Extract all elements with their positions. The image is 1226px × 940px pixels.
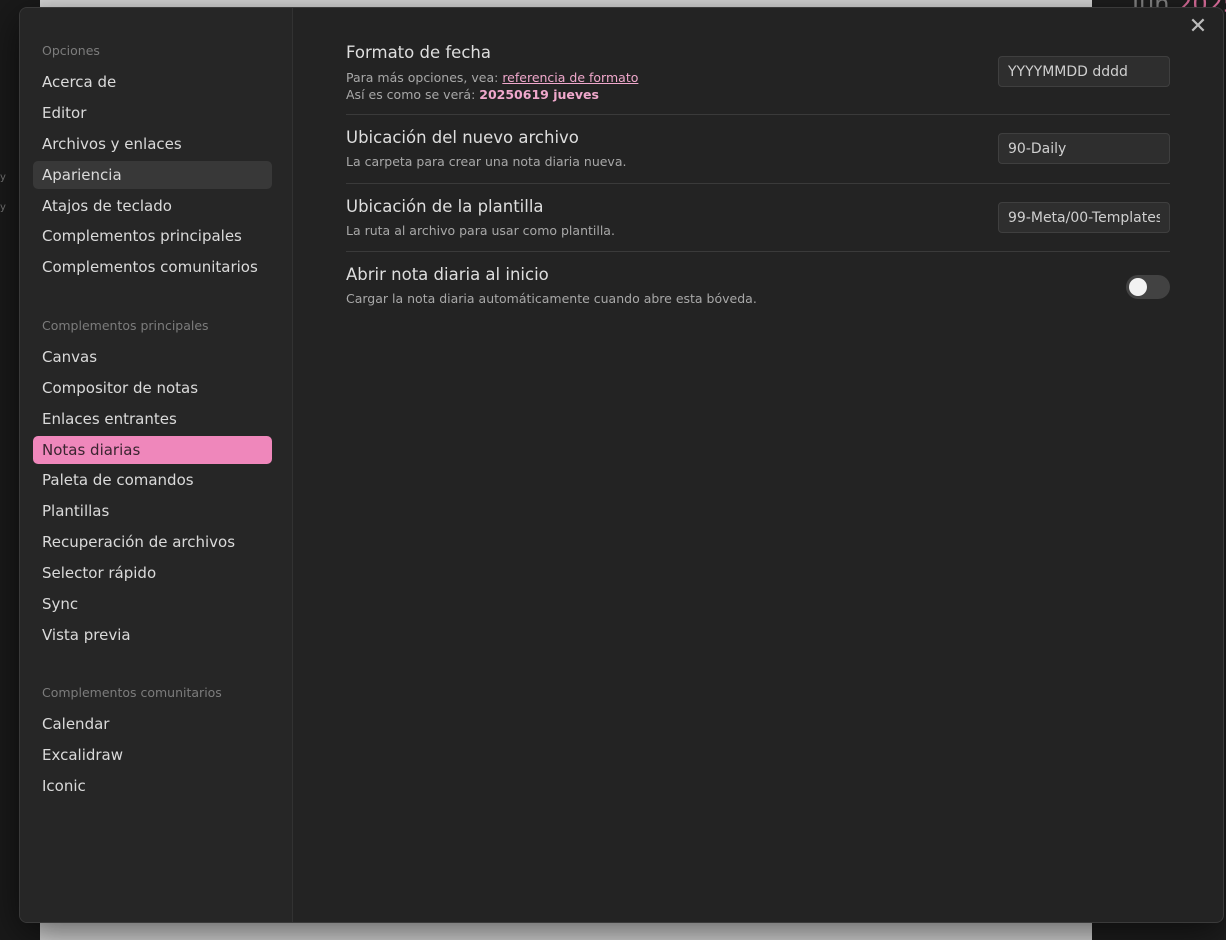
sidebar-item-about[interactable]: Acerca de xyxy=(33,68,272,96)
sidebar-item-daily-notes[interactable]: Notas diarias xyxy=(33,436,272,464)
format-reference-link[interactable]: referencia de formato xyxy=(502,70,638,85)
sidebar-item-files-links[interactable]: Archivos y enlaces xyxy=(33,130,272,158)
open-on-startup-toggle[interactable] xyxy=(1126,275,1170,299)
sidebar-item-appearance[interactable]: Apariencia xyxy=(33,161,272,189)
sidebar-item-templates[interactable]: Plantillas xyxy=(33,497,272,525)
close-icon[interactable]: ✕ xyxy=(1187,16,1209,38)
sidebar-item-backlinks[interactable]: Enlaces entrantes xyxy=(33,405,272,433)
sidebar-item-command-palette[interactable]: Paleta de comandos xyxy=(33,466,272,494)
setting-name: Ubicación de la plantilla xyxy=(346,197,544,216)
divider xyxy=(346,251,1170,252)
sidebar-item-community-plugins[interactable]: Complementos comunitarios xyxy=(33,253,272,281)
settings-modal: Opciones Acerca de Editor Archivos y enl… xyxy=(19,7,1224,923)
setting-description: La ruta al archivo para usar como planti… xyxy=(346,223,615,238)
setting-preview: Así es como se verá: 20250619 jueves xyxy=(346,87,599,102)
sidebar-item-core-plugins[interactable]: Complementos principales xyxy=(33,222,272,250)
sidebar-item-note-composer[interactable]: Compositor de notas xyxy=(33,374,272,402)
sidebar-item-hotkeys[interactable]: Atajos de teclado xyxy=(33,192,272,220)
setting-description: Para más opciones, vea: referencia de fo… xyxy=(346,70,639,85)
setting-name: Formato de fecha xyxy=(346,43,491,62)
sidebar-item-excalidraw[interactable]: Excalidraw xyxy=(33,741,272,769)
sidebar-item-file-recovery[interactable]: Recuperación de archivos xyxy=(33,528,272,556)
setting-new-file-location: Ubicación del nuevo archivo La carpeta p… xyxy=(346,128,1170,183)
sidebar-item-editor[interactable]: Editor xyxy=(33,99,272,127)
background-left-mark: y xyxy=(0,202,6,213)
sidebar-section-title: Complementos principales xyxy=(42,318,209,333)
setting-name: Abrir nota diaria al inicio xyxy=(346,265,549,284)
setting-description: La carpeta para crear una nota diaria nu… xyxy=(346,154,627,169)
date-format-input[interactable] xyxy=(998,56,1170,87)
new-file-location-input[interactable] xyxy=(998,133,1170,164)
settings-content: Formato de fecha Para más opciones, vea:… xyxy=(346,8,1170,922)
setting-open-on-startup: Abrir nota diaria al inicio Cargar la no… xyxy=(346,265,1170,320)
sidebar-section-title: Opciones xyxy=(42,43,100,58)
setting-date-format: Formato de fecha Para más opciones, vea:… xyxy=(346,43,1170,113)
sidebar-item-preview[interactable]: Vista previa xyxy=(33,621,272,649)
sidebar-item-sync[interactable]: Sync xyxy=(33,590,272,618)
sidebar-item-iconic[interactable]: Iconic xyxy=(33,772,272,800)
settings-sidebar: Opciones Acerca de Editor Archivos y enl… xyxy=(20,8,293,922)
divider xyxy=(346,183,1170,184)
sidebar-item-calendar[interactable]: Calendar xyxy=(33,710,272,738)
sidebar-item-quick-switcher[interactable]: Selector rápido xyxy=(33,559,272,587)
sidebar-item-canvas[interactable]: Canvas xyxy=(33,343,272,371)
divider xyxy=(346,114,1170,115)
toggle-knob xyxy=(1129,278,1147,296)
setting-template-location: Ubicación de la plantilla La ruta al arc… xyxy=(346,197,1170,252)
sidebar-section-title: Complementos comunitarios xyxy=(42,685,222,700)
setting-name: Ubicación del nuevo archivo xyxy=(346,128,579,147)
setting-description: Cargar la nota diaria automáticamente cu… xyxy=(346,291,757,306)
background-left-mark: y xyxy=(0,172,6,183)
template-location-input[interactable] xyxy=(998,202,1170,233)
date-preview-value: 20250619 jueves xyxy=(479,87,599,102)
